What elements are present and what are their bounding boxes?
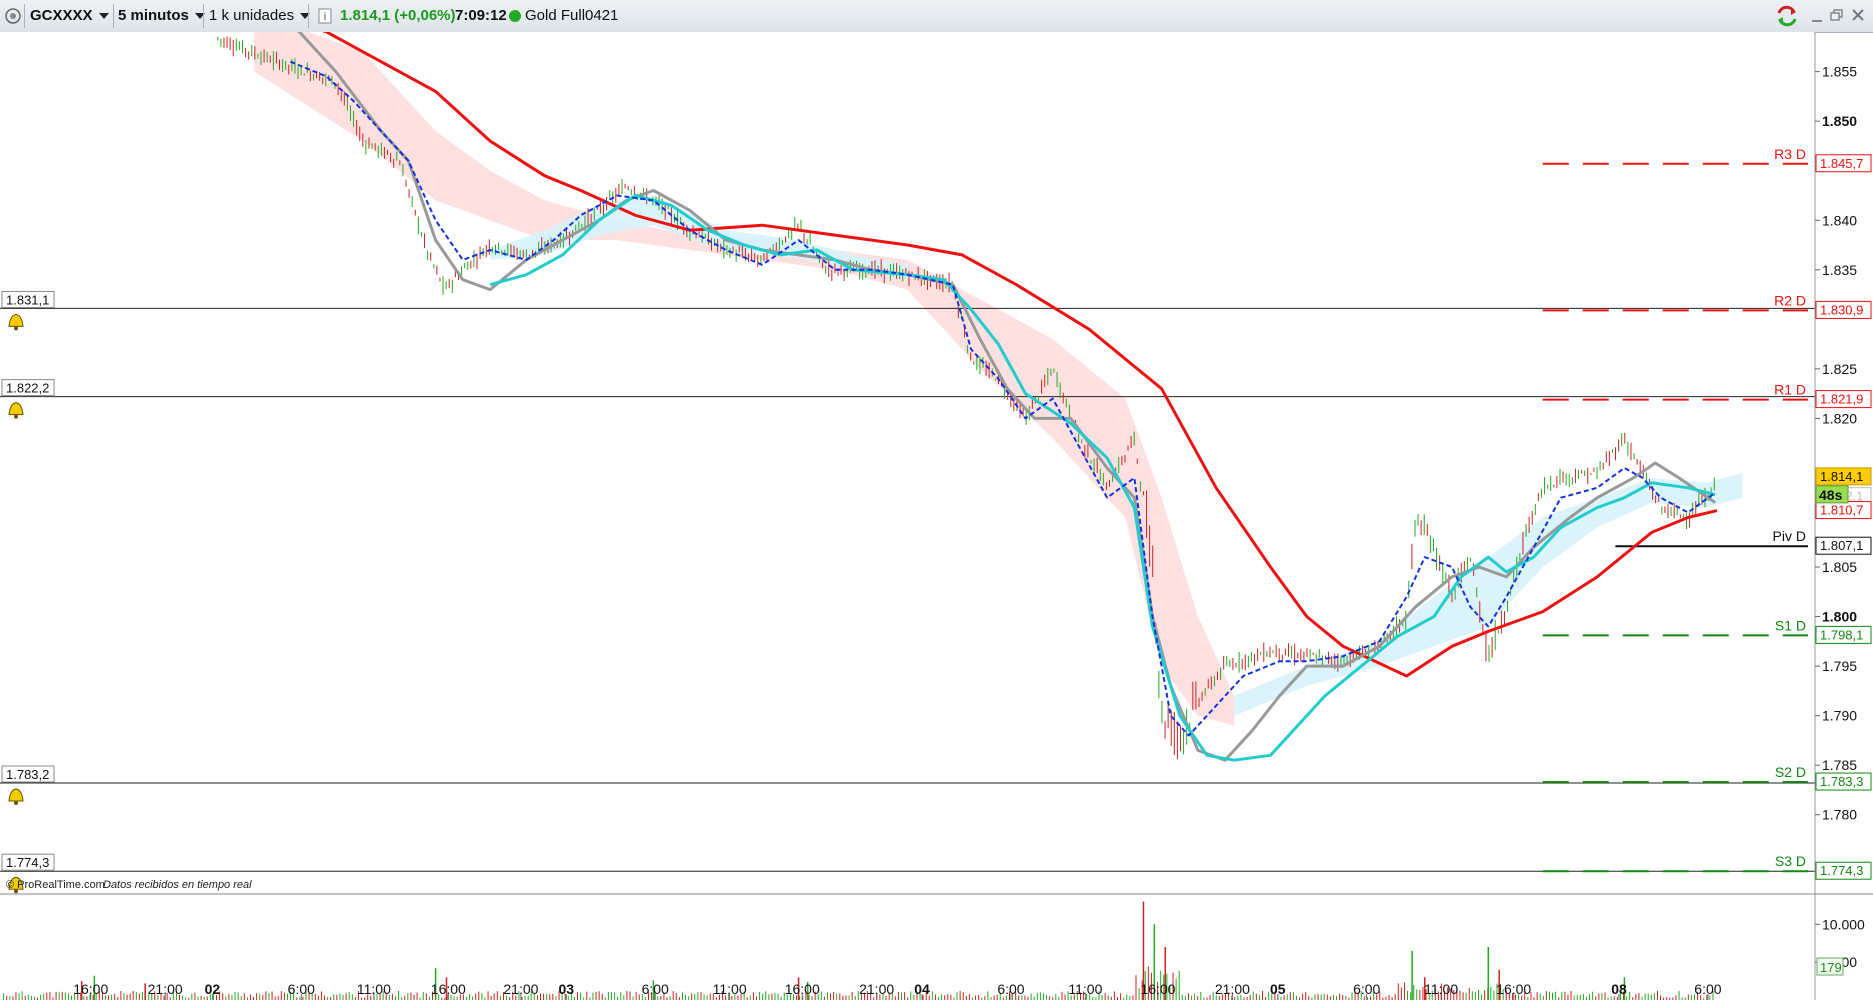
y-tick-label-5: 1.820	[1822, 410, 1857, 426]
x-tick-label-6: 21:00	[503, 981, 538, 997]
x-tick-label-5: 16:00	[431, 981, 466, 997]
symbol-selector[interactable]: GCXXXX	[30, 0, 109, 32]
pivot-tag-value-0: 1.845,7	[1820, 156, 1863, 171]
bell-icon-clapper	[14, 801, 18, 806]
horizontal-line-label-1: 1.822,2	[6, 381, 49, 396]
pivot-tag-value-5: 1.783,3	[1820, 774, 1863, 789]
last-price: 1.814,1 (+0,06%)	[340, 0, 456, 32]
x-tick-label-7: 03	[558, 981, 574, 997]
x-tick-label-18: 6:00	[1353, 981, 1380, 997]
pivot-name-0: R3 D	[1774, 146, 1806, 162]
app-menu-icon[interactable]	[4, 0, 24, 32]
copyright-text: © ProRealTime.com	[6, 879, 105, 891]
footer-credit: © ProRealTime.com Datos recibidos en tie…	[6, 879, 252, 891]
svg-text:i: i	[324, 11, 326, 23]
y-tick-label-10: 1.785	[1822, 757, 1857, 773]
instrument-name: Gold Full0421	[525, 7, 619, 24]
x-tick-label-19: 11:00	[1424, 981, 1458, 997]
x-tick-label-2: 02	[205, 981, 221, 997]
bell-icon-clapper	[14, 414, 18, 419]
horizontal-line-label-3: 1.774,3	[6, 855, 49, 870]
minimize-icon[interactable]	[1810, 0, 1824, 32]
x-tick-label-10: 16:00	[785, 981, 820, 997]
units-selector[interactable]: 1 k unidades	[209, 0, 311, 32]
volume-last-value: 179	[1820, 960, 1842, 975]
x-tick-label-11: 21:00	[859, 981, 894, 997]
x-tick-label-1: 21:00	[148, 981, 183, 997]
pivot-tag-value-3: 1.807,1	[1820, 538, 1863, 553]
y-tick-label-9: 1.790	[1822, 708, 1857, 724]
y-axis: 1.855 1.850 1.840 1.835 1.825 1.820 1.805 1.800…	[1815, 64, 1857, 823]
price-value: 1.814,1	[340, 7, 391, 24]
y-tick-label-0: 1.855	[1822, 64, 1857, 80]
pivot-tag-value-1: 1.830,9	[1820, 302, 1863, 317]
x-tick-label-4: 11:00	[357, 981, 391, 997]
x-tick-label-15: 16:00	[1140, 981, 1175, 997]
pivot-tag-value-2: 1.821,9	[1820, 392, 1863, 407]
price-tag-value-0: 1.814,1	[1820, 469, 1863, 484]
y-tick-label-1: 1.850	[1822, 113, 1857, 129]
x-tick-label-21: 08	[1611, 981, 1627, 997]
horizontal-line-label-0: 1.831,1	[6, 292, 49, 307]
toolbar: GCXXXX 5 minutos 1 k unidades i 1.814,1 …	[0, 0, 1873, 33]
pivot-name-6: S3 D	[1775, 853, 1806, 869]
symbol-label: GCXXXX	[30, 7, 93, 24]
price-tags: 1.814,11.812,11.810,748s	[1815, 467, 1872, 520]
y-tick-label-2: 1.840	[1822, 212, 1857, 228]
bell-icon-clapper	[14, 326, 18, 331]
pivot-tag-value-4: 1.798,1	[1820, 627, 1863, 642]
x-tick-label-14: 11:00	[1068, 981, 1102, 997]
x-tick-label-16: 21:00	[1215, 981, 1250, 997]
y-tick-label-8: 1.795	[1822, 658, 1857, 674]
sync-icon[interactable]	[1774, 0, 1800, 32]
y-tick-label-4: 1.825	[1822, 361, 1857, 377]
pivot-name-3: Piv D	[1773, 528, 1806, 544]
x-tick-label-17: 05	[1270, 981, 1286, 997]
info-icon[interactable]: i	[318, 0, 332, 32]
units-label: 1 k unidades	[209, 7, 295, 24]
y-tick-label-6: 1.805	[1822, 559, 1857, 575]
clock-time: 7:09:12	[455, 7, 507, 24]
realtime-text: Datos recibidos en tiempo real	[103, 879, 252, 891]
timeframe-label: 5 minutos	[118, 7, 189, 24]
x-axis: 16:00 21:00 02 6:00 11:00 16:00 21:00 03 6:00 11:…	[73, 981, 1722, 1000]
x-tick-label-0: 16:00	[73, 981, 108, 997]
horizontal-line-label-2: 1.783,2	[6, 767, 49, 782]
x-tick-label-22: 6:00	[1694, 981, 1721, 997]
x-tick-label-12: 04	[914, 981, 930, 997]
timer-value: 48s	[1819, 487, 1843, 503]
timeframe-selector[interactable]: 5 minutos	[118, 0, 205, 32]
pivot-name-2: R1 D	[1774, 382, 1806, 398]
y-tick-label-7: 1.800	[1822, 609, 1857, 625]
restore-icon[interactable]	[1830, 0, 1844, 32]
pivot-name-1: R2 D	[1774, 292, 1806, 308]
x-tick-label-20: 16:00	[1496, 981, 1531, 997]
x-tick-label-8: 6:00	[642, 981, 669, 997]
pivot-name-4: S1 D	[1775, 617, 1806, 633]
x-tick-label-3: 6:00	[288, 981, 315, 997]
y-tick-label-3: 1.835	[1822, 262, 1857, 278]
close-icon[interactable]	[1850, 0, 1866, 32]
price-change: (+0,06%)	[394, 7, 456, 24]
pivot-name-5: S2 D	[1775, 764, 1806, 780]
status-dot-icon	[508, 0, 522, 32]
x-tick-label-13: 6:00	[997, 981, 1024, 997]
chevron-down-icon	[98, 13, 109, 20]
plot-area[interactable]	[0, 32, 1815, 894]
x-tick-label-9: 11:00	[713, 981, 747, 997]
y-tick-label-11: 1.780	[1822, 807, 1857, 823]
volume-axis: 10.0005.000179	[1815, 916, 1865, 976]
price-chart[interactable]: 1.831,1 1.822,2 1.783,2 1.774,3 R3 D 1.845,7…	[0, 32, 1873, 1000]
price-tag-value-2: 1.810,7	[1820, 503, 1863, 518]
pivot-tag-value-6: 1.774,3	[1820, 863, 1863, 878]
volume-tick-label-0: 10.000	[1822, 916, 1865, 932]
